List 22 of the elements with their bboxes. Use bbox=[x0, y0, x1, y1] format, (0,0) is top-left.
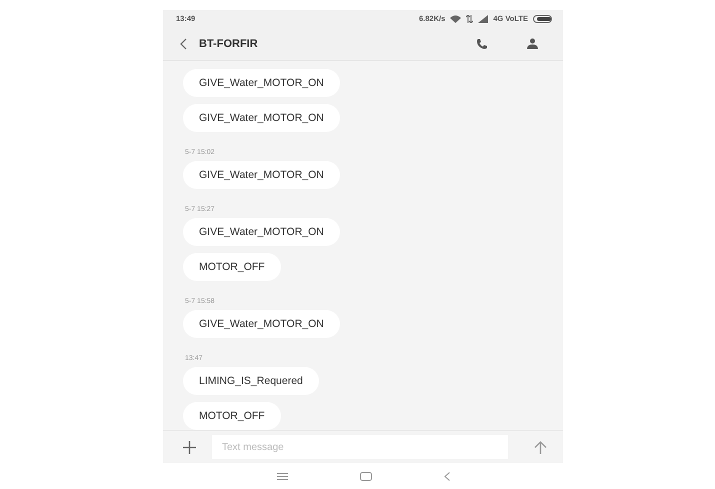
message-bubble: GIVE_Water_MOTOR_ON bbox=[183, 69, 340, 97]
signal-icon bbox=[478, 14, 488, 22]
message-bubble: GIVE_Water_MOTOR_ON bbox=[183, 161, 340, 189]
data-arrows-icon bbox=[466, 14, 474, 22]
add-icon[interactable] bbox=[183, 440, 196, 454]
message-bubble: LIMING_IS_Requered bbox=[183, 367, 319, 395]
message-input-field[interactable]: Text message bbox=[212, 435, 508, 459]
send-icon[interactable] bbox=[534, 440, 547, 454]
menu-icon[interactable] bbox=[276, 473, 288, 480]
back-icon[interactable] bbox=[180, 38, 187, 50]
wifi-icon bbox=[450, 14, 462, 22]
contact-title: BT-FORFIR bbox=[199, 38, 259, 50]
message-bubble: MOTOR_OFF bbox=[183, 253, 281, 281]
message-bubble: GIVE_Water_MOTOR_ON bbox=[183, 104, 340, 132]
message-bubble: GIVE_Water_MOTOR_ON bbox=[183, 310, 340, 338]
message-bubble: MOTOR_OFF bbox=[183, 402, 281, 430]
battery-icon bbox=[533, 14, 553, 22]
home-icon[interactable] bbox=[360, 472, 372, 481]
back-nav-icon[interactable] bbox=[444, 472, 450, 481]
contact-icon[interactable] bbox=[527, 38, 538, 49]
phone-icon[interactable] bbox=[476, 38, 488, 50]
message-bubble: GIVE_Water_MOTOR_ON bbox=[183, 218, 340, 246]
